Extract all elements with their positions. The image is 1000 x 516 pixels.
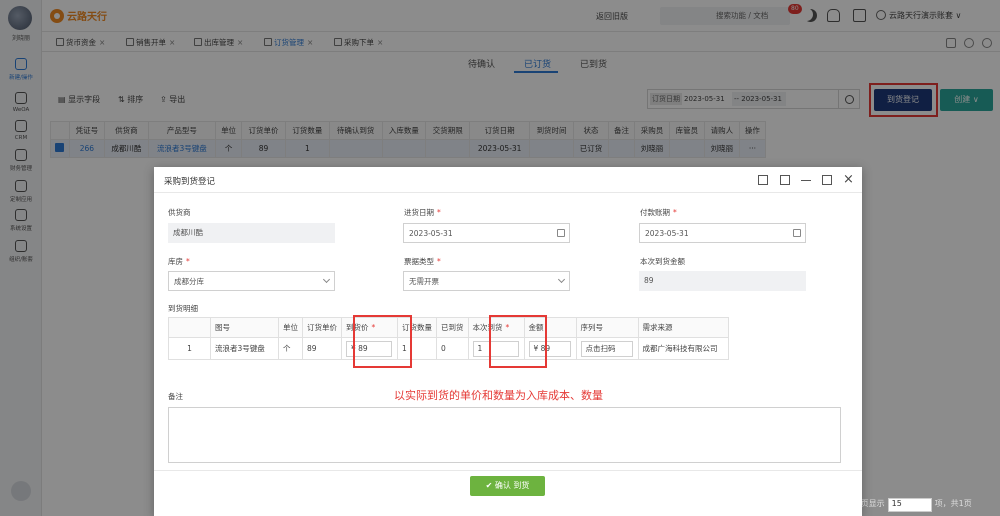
calendar-icon[interactable] xyxy=(793,229,801,237)
table-cell: 成都广海科技有限公司 xyxy=(637,337,729,360)
detail-section-label: 到货明细 xyxy=(168,304,198,313)
serial-scan-input[interactable]: 点击扫码 xyxy=(580,340,633,357)
chevron-down-icon xyxy=(322,275,331,284)
confirm-arrival-button[interactable]: ✔ 确认 到货 xyxy=(470,476,545,496)
highlight-box xyxy=(353,315,412,368)
chevron-down-icon xyxy=(557,275,566,284)
invoice-type-select[interactable]: 无需开票 xyxy=(403,271,570,291)
column-header: 序列号 xyxy=(575,317,639,338)
table-cell: 流浪者3号键盘 xyxy=(210,337,279,360)
remark-label: 备注 xyxy=(168,392,183,401)
table-row: 1 流浪者3号键盘 个 89 ¥ 89 1 0 1 ¥ 89 点击扫码 成都广海… xyxy=(168,337,729,360)
print-icon[interactable] xyxy=(780,175,790,185)
maximize-icon[interactable] xyxy=(822,175,832,185)
row-index: 1 xyxy=(168,337,211,360)
detail-table: 图号 单位 订货单价 到货价 * 订货数量 已到货 本次到货 * 金额 序列号 需求… xyxy=(168,317,729,360)
minimize-icon[interactable] xyxy=(801,175,811,181)
column-header: 需求来源 xyxy=(637,317,729,338)
invoice-type-label: 票据类型 * xyxy=(404,257,441,266)
copy-icon[interactable] xyxy=(758,175,768,185)
close-icon[interactable]: × xyxy=(843,173,854,186)
column-header: 已到货 xyxy=(436,317,469,338)
column-header: 图号 xyxy=(210,317,279,338)
divider xyxy=(154,470,862,471)
table-cell: 89 xyxy=(302,337,342,360)
table-header-row: 图号 单位 订货单价 到货价 * 订货数量 已到货 本次到货 * 金额 序列号 需求… xyxy=(168,317,729,338)
supplier-field: 成都川酷 xyxy=(168,223,335,243)
warehouse-select[interactable]: 成都分库 xyxy=(168,271,335,291)
payment-date-field[interactable]: 2023-05-31 xyxy=(639,223,806,243)
arrival-register-dialog: 采购到货登记 × 供货商 成都川酷 进货日期 * 2023-05-31 付款账期 *… xyxy=(154,167,862,516)
arrival-date-label: 进货日期 * xyxy=(404,208,441,217)
highlight-box xyxy=(489,315,547,368)
column-header: 单位 xyxy=(278,317,303,338)
column-header: 订货单价 xyxy=(302,317,342,338)
calendar-icon[interactable] xyxy=(557,229,565,237)
annotation-text: 以实际到货的单价和数量为入库成本、数量 xyxy=(394,389,603,402)
table-cell: 个 xyxy=(278,337,303,360)
payment-date-label: 付款账期 * xyxy=(640,208,677,217)
amount-field: 89 xyxy=(639,271,806,291)
amount-label: 本次到货金额 xyxy=(640,257,685,266)
column-header xyxy=(168,317,211,338)
page-size-select[interactable]: 15 xyxy=(887,498,932,512)
table-cell: 点击扫码 xyxy=(575,337,639,360)
remark-textarea[interactable] xyxy=(168,407,841,463)
warehouse-label: 库房 * xyxy=(168,257,190,266)
table-cell: 0 xyxy=(436,337,469,360)
dialog-title: 采购到货登记 xyxy=(164,177,216,187)
divider xyxy=(154,192,862,193)
arrival-date-field[interactable]: 2023-05-31 xyxy=(403,223,570,243)
supplier-label: 供货商 xyxy=(168,208,191,217)
